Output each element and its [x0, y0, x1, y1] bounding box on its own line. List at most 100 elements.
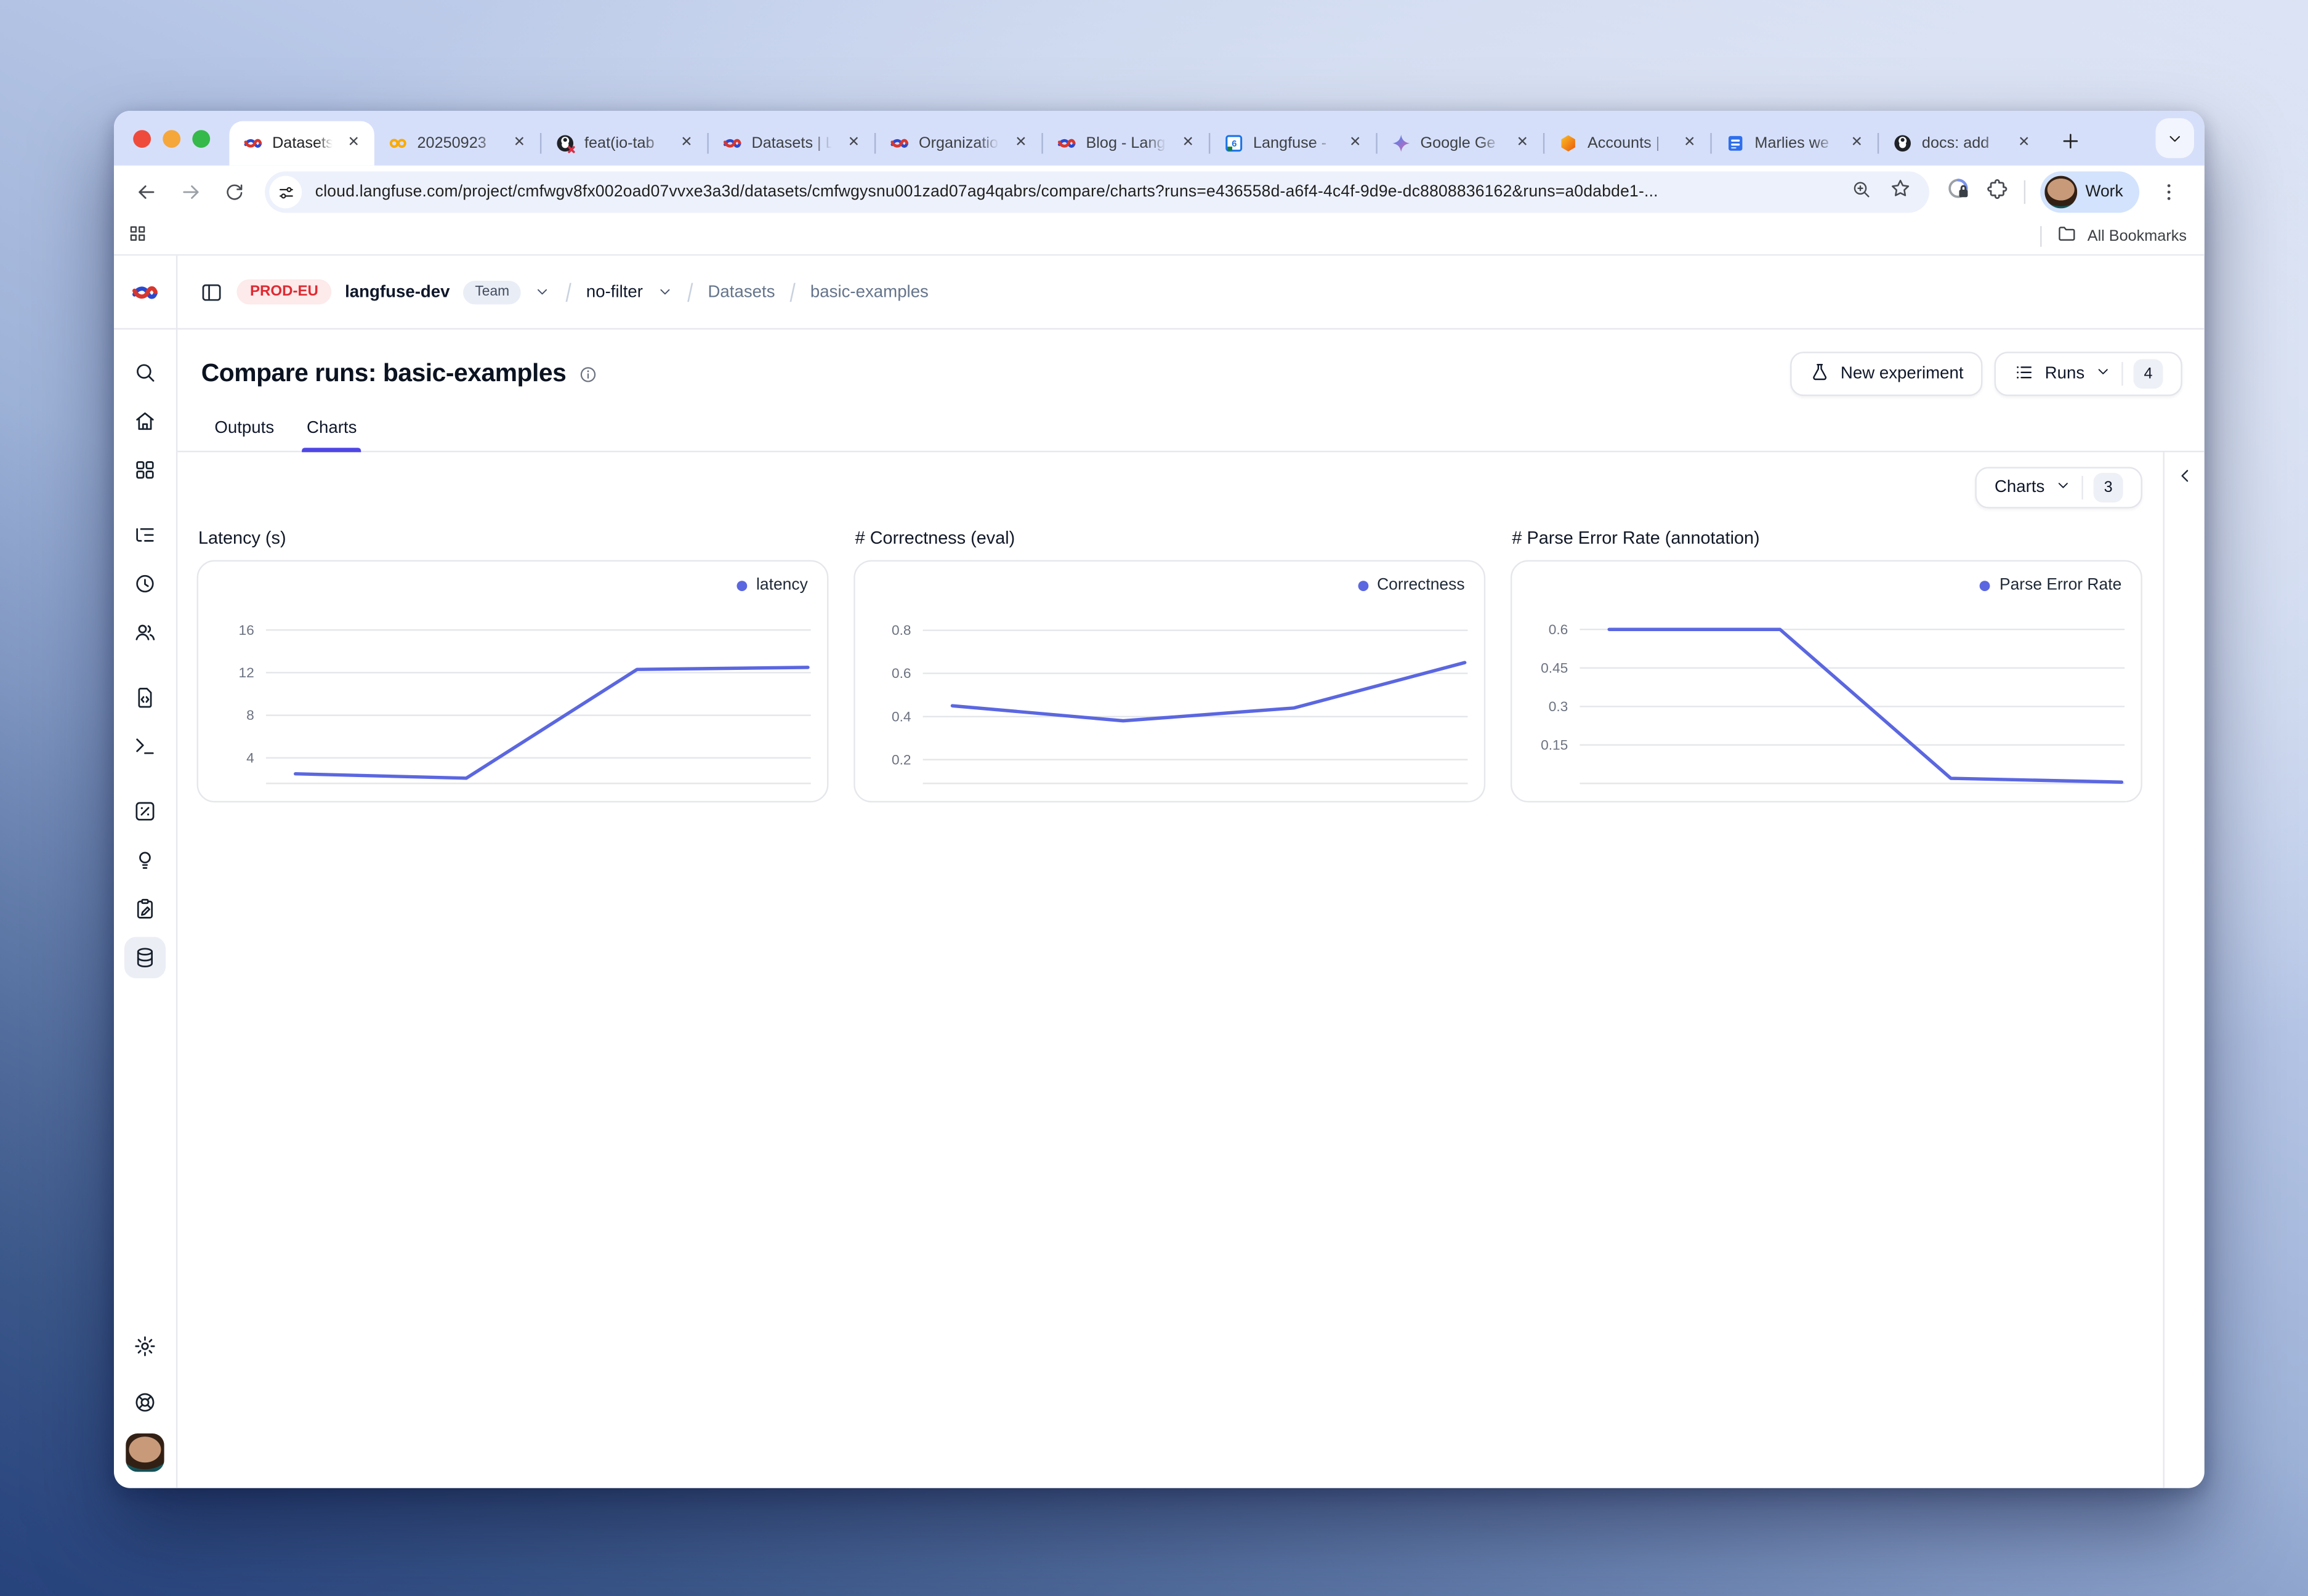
url-bar[interactable]: cloud.langfuse.com/project/cmfwgv8fx002o…	[265, 171, 1929, 212]
breadcrumb-section[interactable]: Datasets	[708, 283, 775, 301]
extensions-puzzle-icon[interactable]	[1985, 177, 2008, 208]
tab-close-icon[interactable]: ✕	[2014, 133, 2035, 154]
collapse-panel-chevron[interactable]	[2174, 465, 2195, 1488]
tab-charts[interactable]: Charts	[293, 411, 370, 451]
org-chevron-down-icon[interactable]	[535, 284, 551, 300]
svg-text:12: 12	[239, 665, 254, 680]
sidebar-item-search[interactable]	[124, 351, 166, 392]
browser-tab-10[interactable]: Marlies we✕	[1712, 121, 1878, 166]
browser-menu-button[interactable]	[2154, 172, 2184, 212]
langfuse-favicon	[722, 133, 743, 154]
desktop-background: Datasets | L✕20250923✕feat(io-tab✕Datase…	[0, 0, 2308, 1596]
close-window-button[interactable]	[133, 129, 151, 147]
flask-icon	[1809, 361, 1830, 387]
bookmark-star-icon[interactable]	[1889, 177, 1911, 207]
new-experiment-button[interactable]: New experiment	[1790, 352, 1983, 396]
minimize-window-button[interactable]	[163, 129, 180, 147]
svg-text:0.4: 0.4	[892, 709, 911, 724]
project-chevron-down-icon[interactable]	[656, 284, 672, 300]
org-plan-badge: Team	[463, 280, 521, 304]
sidebar-item-datasets[interactable]	[124, 936, 166, 977]
tab-outputs[interactable]: Outputs	[201, 411, 288, 451]
browser-tab-4[interactable]: Datasets | L✕	[709, 121, 874, 166]
apps-grid-icon[interactable]	[127, 222, 148, 251]
browser-tab-5[interactable]: Organizatio ✕	[876, 121, 1041, 166]
langfuse-favicon	[889, 133, 910, 154]
breadcrumb-item[interactable]: basic-examples	[810, 283, 929, 301]
chart-card: 161284latency	[197, 560, 829, 803]
sidebar-item-support[interactable]	[124, 1381, 166, 1422]
chart-title: Latency (s)	[198, 528, 828, 549]
svg-text:6: 6	[1232, 139, 1237, 149]
sidebar-toggle-icon[interactable]	[200, 280, 223, 304]
breadcrumb-separator: /	[564, 277, 573, 307]
project-name[interactable]: no-filter	[586, 283, 643, 301]
page-header: Compare runs: basic-examples New experim…	[177, 329, 2205, 402]
tab-title: Langfuse -	[1253, 134, 1336, 152]
org-name[interactable]: langfuse-dev	[345, 283, 450, 301]
orange-favicon	[1558, 133, 1579, 154]
tab-close-icon[interactable]: ✕	[1512, 133, 1533, 154]
svg-text:0.3: 0.3	[1549, 699, 1568, 714]
browser-tab-11[interactable]: docs: add✕	[1879, 121, 2044, 166]
tab-close-icon[interactable]: ✕	[1846, 133, 1867, 154]
sidebar-item-users[interactable]	[124, 611, 166, 652]
tab-close-icon[interactable]: ✕	[843, 133, 864, 154]
all-bookmarks-button[interactable]: All Bookmarks	[2088, 228, 2187, 246]
browser-window: Datasets | L✕20250923✕feat(io-tab✕Datase…	[114, 111, 2205, 1488]
sidebar-item-playground[interactable]	[124, 725, 166, 766]
sidebar-item-insights[interactable]	[124, 839, 166, 880]
sidebar-item-dashboards[interactable]	[124, 448, 166, 490]
browser-tab-9[interactable]: Accounts |✕	[1544, 121, 1710, 166]
bookmarks-bar: All Bookmarks	[114, 219, 2205, 256]
reload-button[interactable]	[214, 172, 254, 212]
browser-tab-1[interactable]: Datasets | L ✕	[229, 121, 374, 166]
browser-tab-2[interactable]: 20250923✕	[374, 121, 540, 166]
tab-close-icon[interactable]: ✕	[1011, 133, 1031, 154]
tab-close-icon[interactable]: ✕	[1345, 133, 1366, 154]
browser-tab-6[interactable]: Blog - Lang✕	[1043, 121, 1209, 166]
tab-title: Organizatio	[919, 134, 1002, 152]
new-tab-button[interactable]	[2051, 121, 2089, 159]
browser-tab-7[interactable]: 6 Langfuse - ✕	[1210, 121, 1376, 166]
browser-tab-8[interactable]: Google Ge✕	[1378, 121, 1543, 166]
charts-count-badge: 3	[2094, 473, 2123, 502]
tab-search-button[interactable]	[2156, 118, 2194, 158]
legend-dot-icon	[1358, 580, 1368, 590]
tab-close-icon[interactable]: ✕	[1679, 133, 1700, 154]
sidebar-item-annotation[interactable]	[124, 887, 166, 929]
runs-dropdown-button[interactable]: Runs 4	[1995, 352, 2182, 396]
forward-button[interactable]	[170, 172, 210, 212]
charts-dropdown-button[interactable]: Charts 3	[1975, 467, 2142, 508]
sidebar-bottom	[124, 1321, 166, 1488]
tab-close-icon[interactable]: ✕	[509, 133, 530, 154]
tab-close-icon[interactable]: ✕	[1177, 133, 1198, 154]
sidebar-item-tracing[interactable]	[124, 514, 166, 555]
svg-text:0.2: 0.2	[892, 752, 911, 767]
password-manager-icon[interactable]	[1945, 176, 1970, 209]
site-settings-icon[interactable]	[269, 176, 302, 209]
tab-title: Datasets | L	[272, 134, 334, 152]
sidebar-item-prompts[interactable]	[124, 676, 166, 717]
sidebar-item-settings[interactable]	[124, 1325, 166, 1366]
back-button[interactable]	[126, 172, 166, 212]
info-icon[interactable]	[578, 365, 597, 384]
user-avatar[interactable]	[126, 1433, 164, 1472]
breadcrumb-separator: /	[788, 277, 797, 307]
zoom-page-icon[interactable]	[1850, 178, 1871, 206]
tab-close-icon[interactable]: ✕	[343, 133, 364, 154]
folder-icon	[2056, 222, 2077, 251]
githubx-favicon	[555, 133, 576, 154]
zoom-window-button[interactable]	[192, 129, 210, 147]
browser-tab-3[interactable]: feat(io-tab✕	[541, 121, 707, 166]
browser-profile-chip[interactable]: Work	[2040, 171, 2139, 212]
charts-grid: Latency (s)161284latency# Correctness (e…	[197, 509, 2142, 803]
sidebar-item-home[interactable]	[124, 400, 166, 441]
chart-legend: Parse Error Rate	[1980, 576, 2122, 594]
sidebar-item-evaluation[interactable]	[124, 790, 166, 831]
tab-close-icon[interactable]: ✕	[676, 133, 697, 154]
langfuse-logo[interactable]	[114, 256, 176, 329]
legend-dot-icon	[1980, 580, 1991, 590]
sidebar-item-sessions[interactable]	[124, 562, 166, 603]
url-text: cloud.langfuse.com/project/cmfwgv8fx002o…	[315, 183, 1837, 201]
